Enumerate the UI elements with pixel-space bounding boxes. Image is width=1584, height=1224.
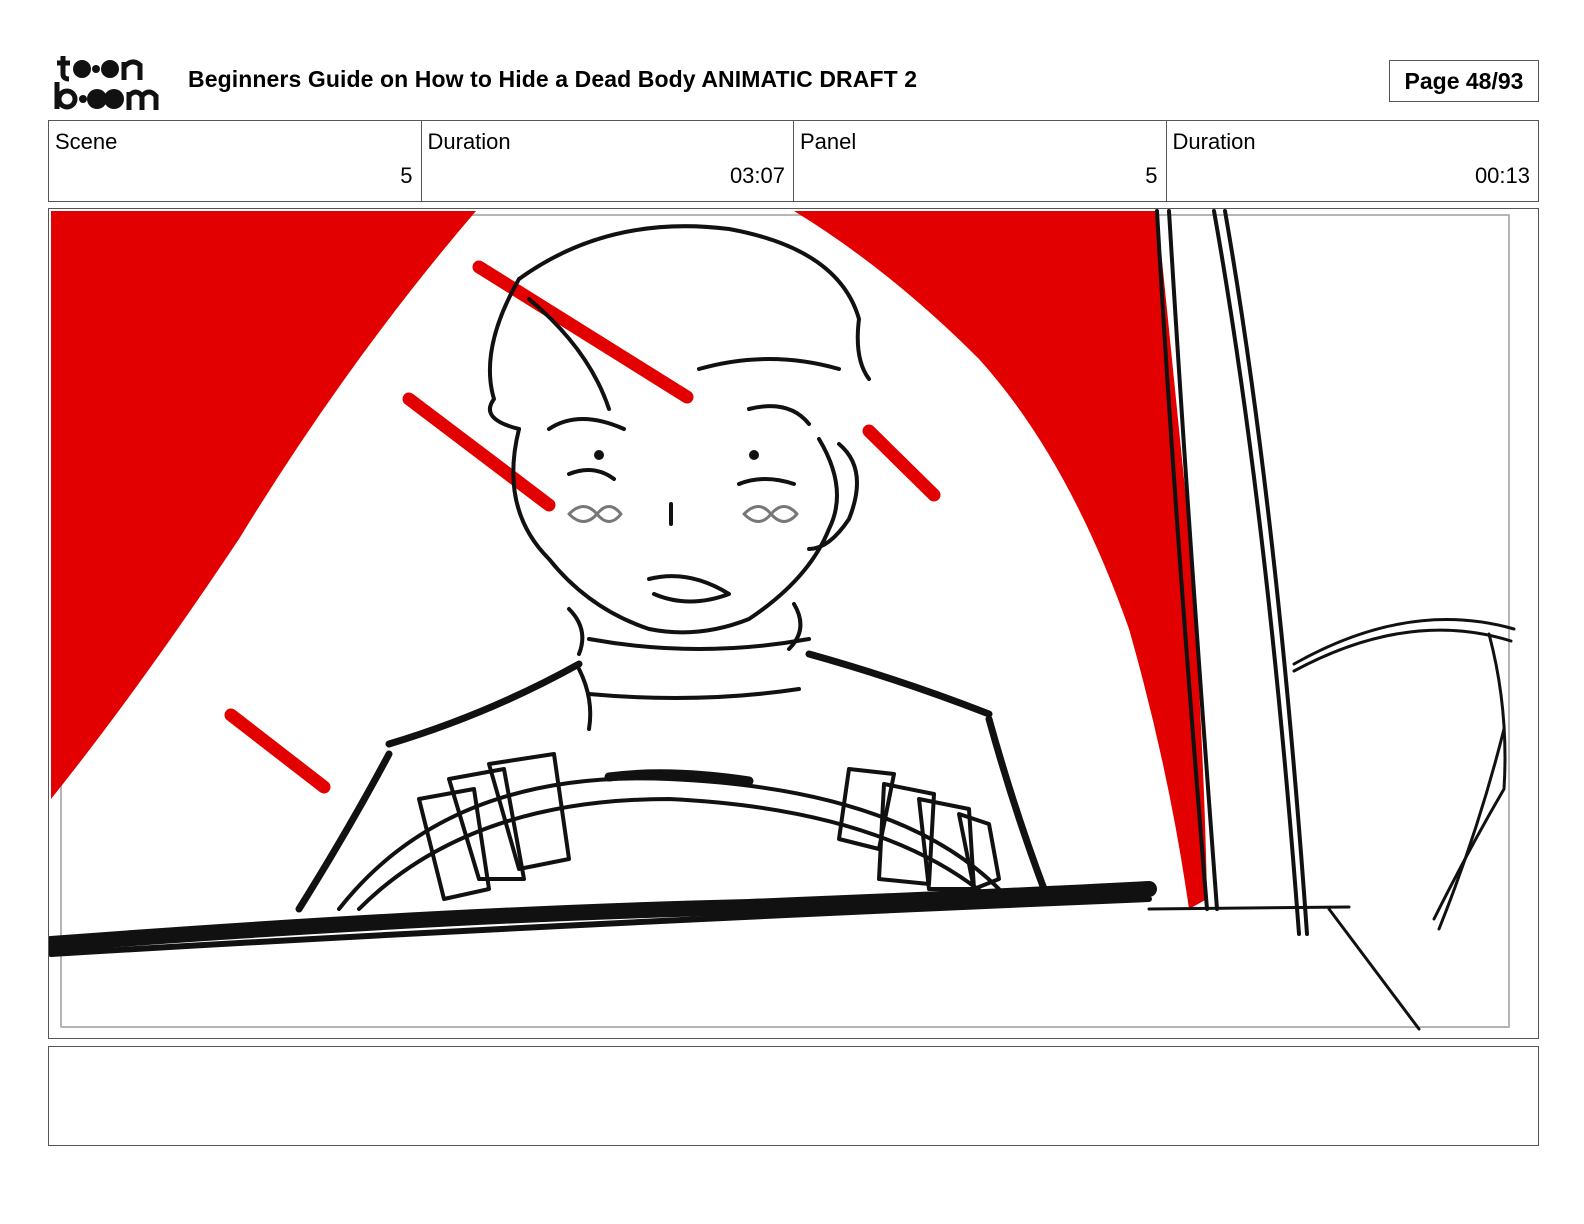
- page-indicator: Page 48/93: [1389, 60, 1539, 102]
- toon-boom-logo: [54, 56, 159, 110]
- storyboard-sketch: [49, 209, 1516, 1031]
- character-head: [487, 224, 871, 635]
- panel-value: 5: [1145, 163, 1158, 188]
- panel-cell: Panel 5: [793, 121, 1166, 201]
- dashboard-line: [49, 881, 1157, 952]
- panel-duration-cell: Duration 00:13: [1165, 121, 1539, 201]
- cheek-blush: [567, 505, 799, 523]
- storyboard-panel: [48, 208, 1539, 1039]
- panel-duration-label: Duration: [1172, 129, 1256, 154]
- scene-duration-label: Duration: [427, 129, 511, 154]
- left-red-curtain: [51, 211, 476, 799]
- scene-value: 5: [400, 163, 413, 188]
- panel-label: Panel: [800, 129, 857, 154]
- seat-back: [1292, 618, 1516, 931]
- scene-cell: Scene 5: [49, 121, 421, 201]
- character-collar: [567, 602, 811, 731]
- panel-duration-value: 00:13: [1474, 163, 1530, 188]
- document-title: Beginners Guide on How to Hide a Dead Bo…: [188, 66, 918, 92]
- character-body: [295, 650, 1048, 913]
- panel-notes: [48, 1046, 1539, 1146]
- left-eye: [594, 450, 604, 460]
- scene-duration-value: 03:07: [729, 163, 785, 188]
- info-table: Scene 5 Duration 03:07 Panel 5 Duration …: [48, 120, 1539, 202]
- scene-label: Scene: [55, 129, 118, 154]
- scene-duration-cell: Duration 03:07: [420, 121, 794, 201]
- right-eye: [749, 450, 759, 460]
